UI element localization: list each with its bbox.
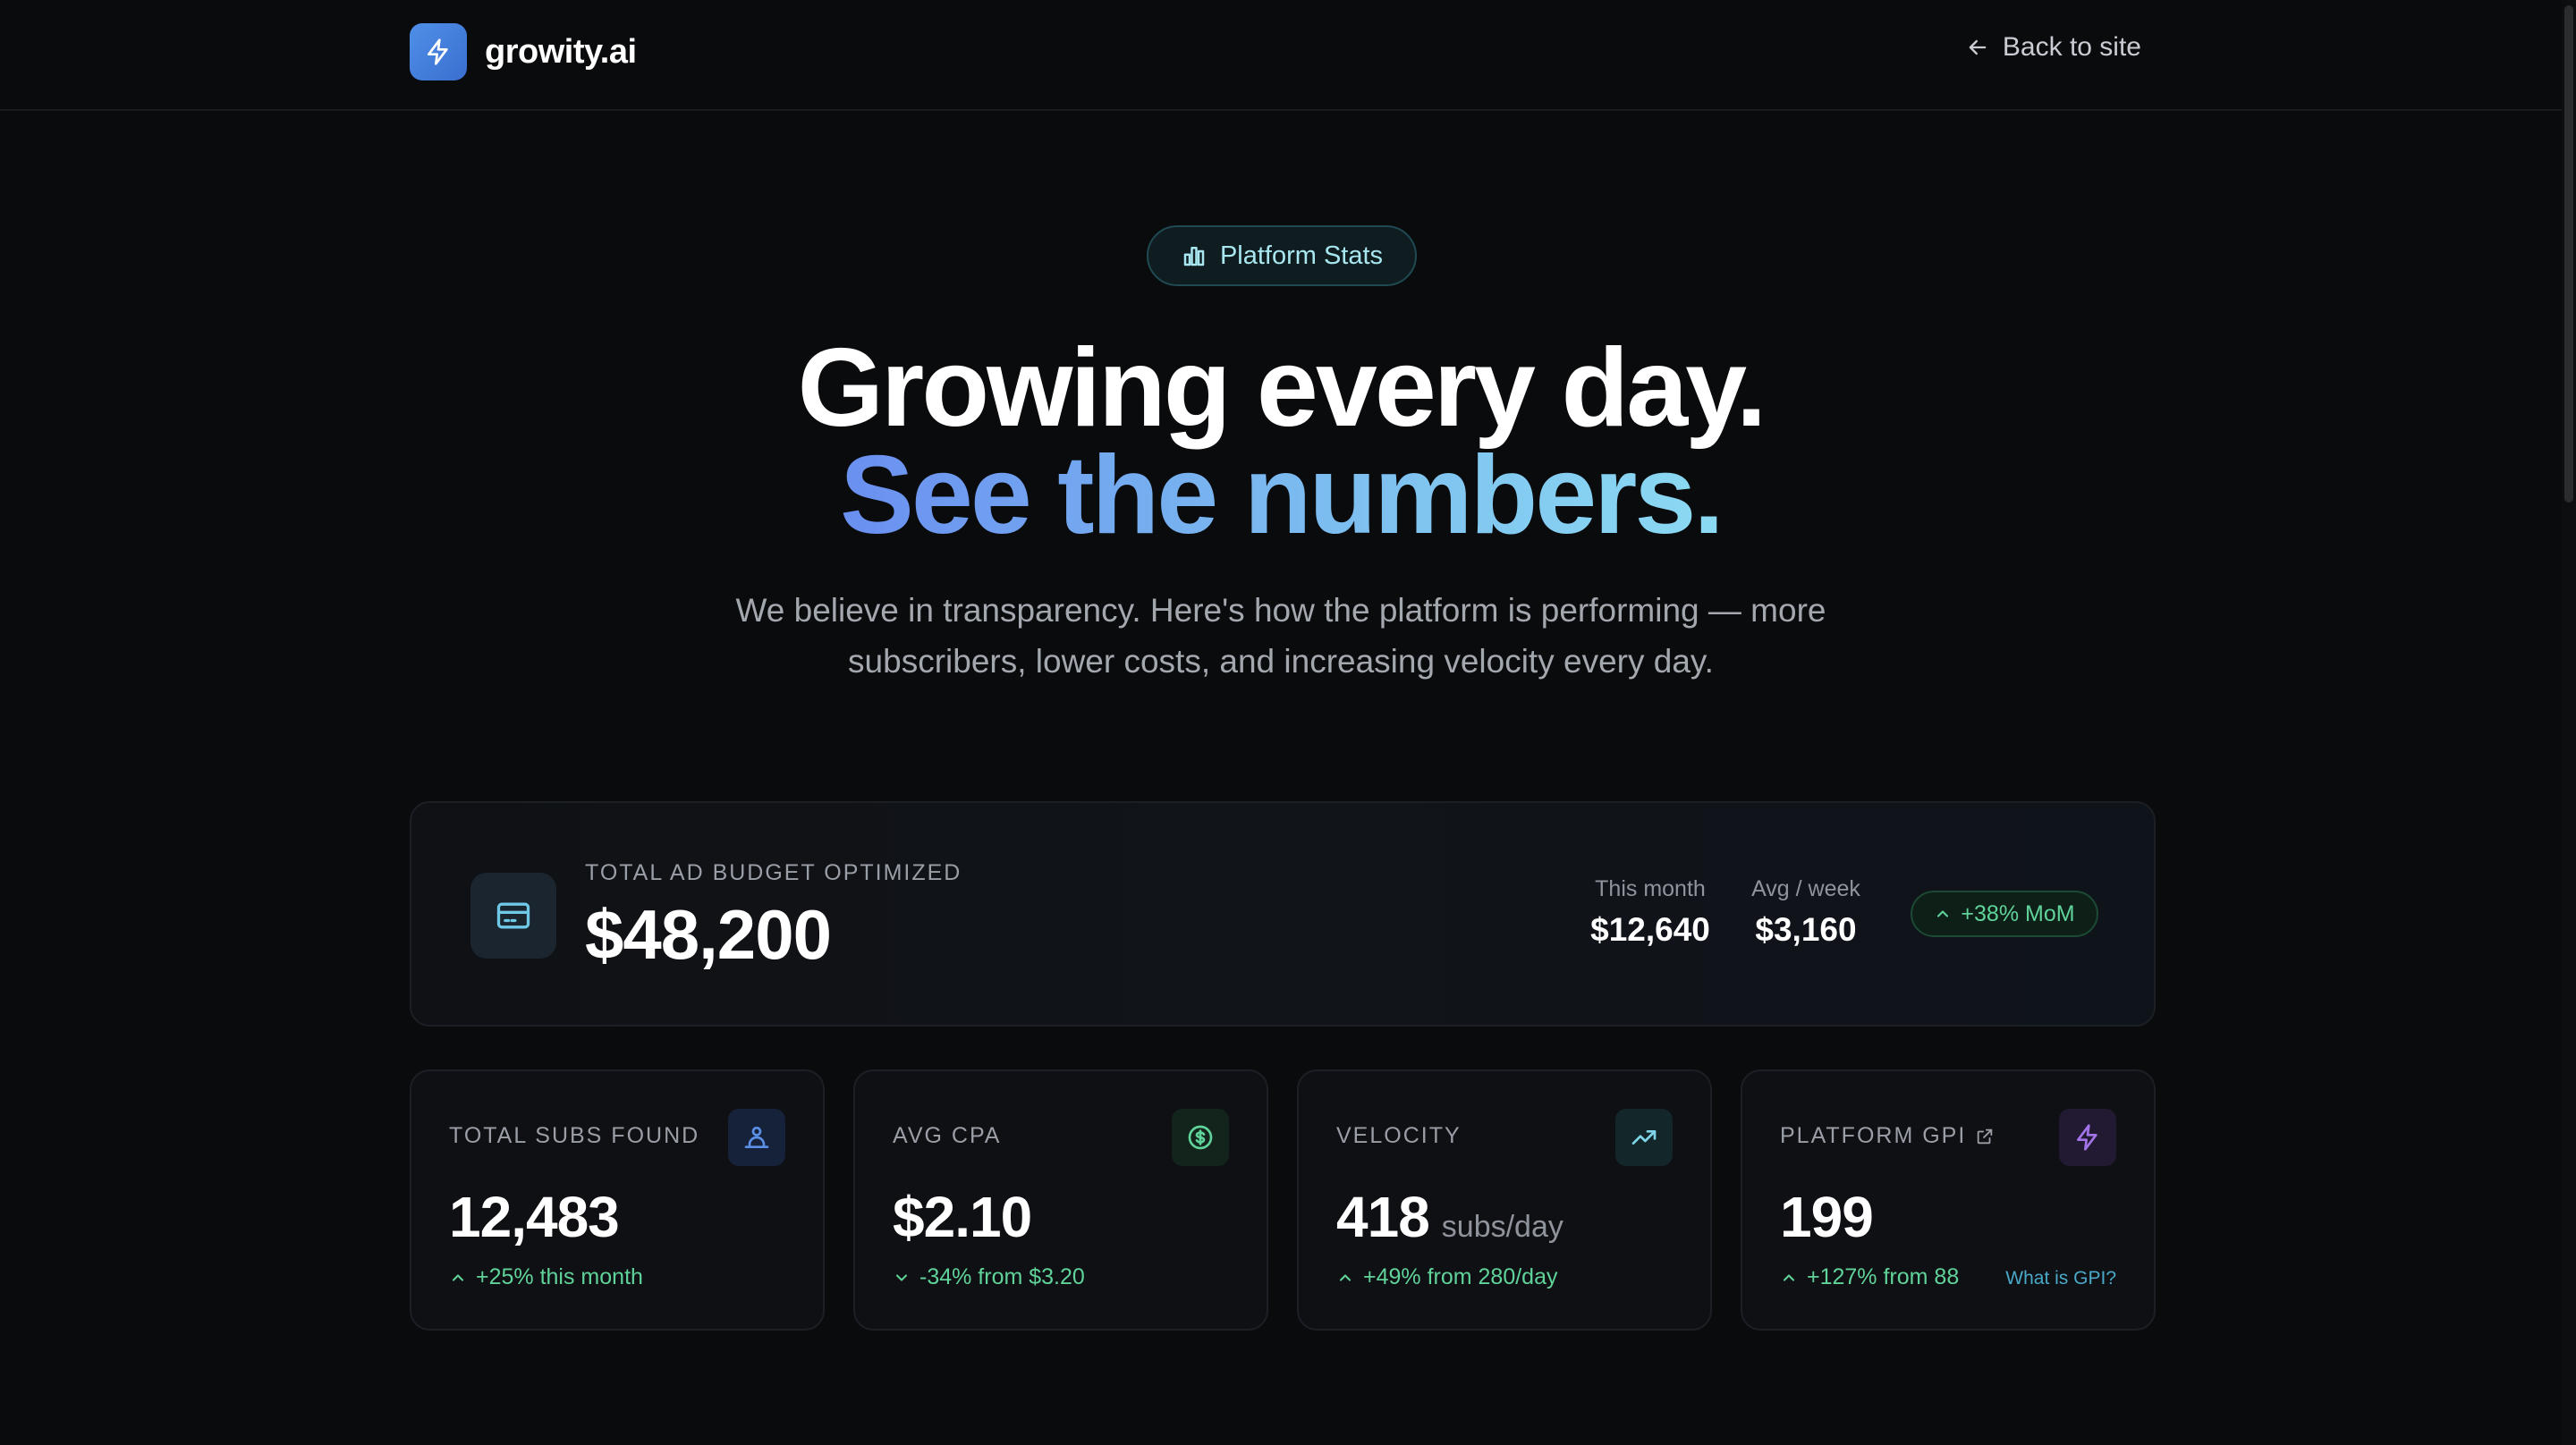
this-month-stat: This month $12,640 bbox=[1583, 876, 1717, 949]
chevron-down-icon bbox=[895, 1273, 908, 1281]
card-label-text: PLATFORM GPI bbox=[1780, 1123, 1967, 1148]
what-is-gpi-link[interactable]: What is GPI? bbox=[2005, 1268, 2116, 1289]
velocity-card: VELOCITY 418 subs/day +49% from 280/day bbox=[1297, 1069, 1712, 1331]
card-label-text: TOTAL SUBS FOUND bbox=[449, 1123, 700, 1148]
card-value-number: 199 bbox=[1780, 1185, 1874, 1249]
chevron-up-icon bbox=[1937, 910, 1949, 917]
card-label[interactable]: PLATFORM GPI bbox=[1780, 1123, 1995, 1149]
lightning-icon bbox=[2059, 1109, 2116, 1166]
chevron-up-icon bbox=[452, 1273, 464, 1281]
avg-week-label: Avg / week bbox=[1751, 876, 1860, 901]
card-delta-text: +127% from 88 bbox=[1807, 1264, 1960, 1289]
chevron-up-icon bbox=[1339, 1273, 1352, 1281]
vertical-scrollbar[interactable] bbox=[2562, 0, 2576, 1445]
avg-week-stat: Avg / week $3,160 bbox=[1748, 876, 1864, 949]
hero-title-line1: Growing every day. bbox=[797, 326, 1767, 450]
this-month-label: This month bbox=[1595, 876, 1706, 901]
card-delta: +49% from 280/day bbox=[1336, 1264, 1558, 1290]
this-month-value: $12,640 bbox=[1590, 911, 1710, 948]
card-value: 418 subs/day bbox=[1336, 1184, 1563, 1250]
back-to-site-link[interactable]: Back to site bbox=[1965, 32, 2141, 63]
card-value-number: 418 bbox=[1336, 1185, 1430, 1249]
users-icon bbox=[728, 1109, 785, 1166]
mom-badge-label: +38% MoM bbox=[1961, 900, 2075, 926]
card-delta: -34% from $3.20 bbox=[893, 1264, 1085, 1290]
external-link-icon[interactable] bbox=[1975, 1127, 1995, 1146]
dollar-circle-icon bbox=[1172, 1109, 1229, 1166]
hero-title-gradient: See the numbers. bbox=[840, 434, 1724, 557]
platform-stats-badge: Platform Stats bbox=[1147, 225, 1417, 286]
card-delta-text: +25% this month bbox=[476, 1264, 643, 1289]
card-value-unit: subs/day bbox=[1441, 1210, 1563, 1244]
budget-label: TOTAL AD BUDGET OPTIMIZED bbox=[585, 860, 962, 885]
card-value-number: 12,483 bbox=[449, 1185, 620, 1249]
card-label: AVG CPA bbox=[893, 1123, 1001, 1149]
card-value: 12,483 bbox=[449, 1184, 620, 1250]
budget-card: TOTAL AD BUDGET OPTIMIZED $48,200 This m… bbox=[410, 801, 2156, 1027]
credit-card-icon bbox=[470, 873, 556, 959]
card-delta: +127% from 88 bbox=[1780, 1264, 1959, 1290]
card-delta: +25% this month bbox=[449, 1264, 643, 1290]
hero-subtitle: We believe in transparency. Here's how t… bbox=[735, 592, 1826, 680]
trending-up-icon bbox=[1615, 1109, 1673, 1166]
stats-page: growity.ai Back to site Platform Stats G… bbox=[0, 0, 2576, 1445]
avg-cpa-card: AVG CPA $2.10 -34% from $3.20 bbox=[853, 1069, 1268, 1331]
card-label: VELOCITY bbox=[1336, 1123, 1462, 1149]
budget-value: $48,200 bbox=[585, 895, 832, 974]
brand-name: growity.ai bbox=[485, 32, 637, 71]
total-subs-card: TOTAL SUBS FOUND 12,483 +25% this month bbox=[410, 1069, 825, 1331]
card-delta-text: -34% from $3.20 bbox=[919, 1264, 1085, 1289]
card-value: 199 bbox=[1780, 1184, 1874, 1250]
card-value-number: $2.10 bbox=[893, 1185, 1032, 1249]
back-to-site-label: Back to site bbox=[2002, 32, 2141, 62]
brand[interactable]: growity.ai bbox=[410, 23, 637, 80]
avg-week-value: $3,160 bbox=[1755, 911, 1857, 948]
platform-gpi-card: PLATFORM GPI 199 +127% from 88 What is G… bbox=[1741, 1069, 2156, 1331]
pill-label: Platform Stats bbox=[1219, 241, 1384, 270]
card-value: $2.10 bbox=[893, 1184, 1032, 1250]
card-delta-text: +49% from 280/day bbox=[1363, 1264, 1558, 1289]
arrow-left-icon bbox=[1969, 39, 1987, 55]
mom-growth-badge: +38% MoM bbox=[1911, 891, 2098, 937]
bar-chart-icon bbox=[1183, 247, 1205, 266]
hero-title-line2: See the numbers. bbox=[0, 440, 2562, 551]
card-label-text: VELOCITY bbox=[1336, 1123, 1462, 1148]
card-label: TOTAL SUBS FOUND bbox=[449, 1123, 699, 1149]
scrollbar-thumb[interactable] bbox=[2564, 5, 2573, 503]
chevron-up-icon bbox=[1783, 1273, 1795, 1281]
card-label-text: AVG CPA bbox=[893, 1123, 1002, 1148]
top-header: growity.ai Back to site bbox=[0, 0, 2562, 111]
lightning-icon bbox=[410, 23, 467, 80]
